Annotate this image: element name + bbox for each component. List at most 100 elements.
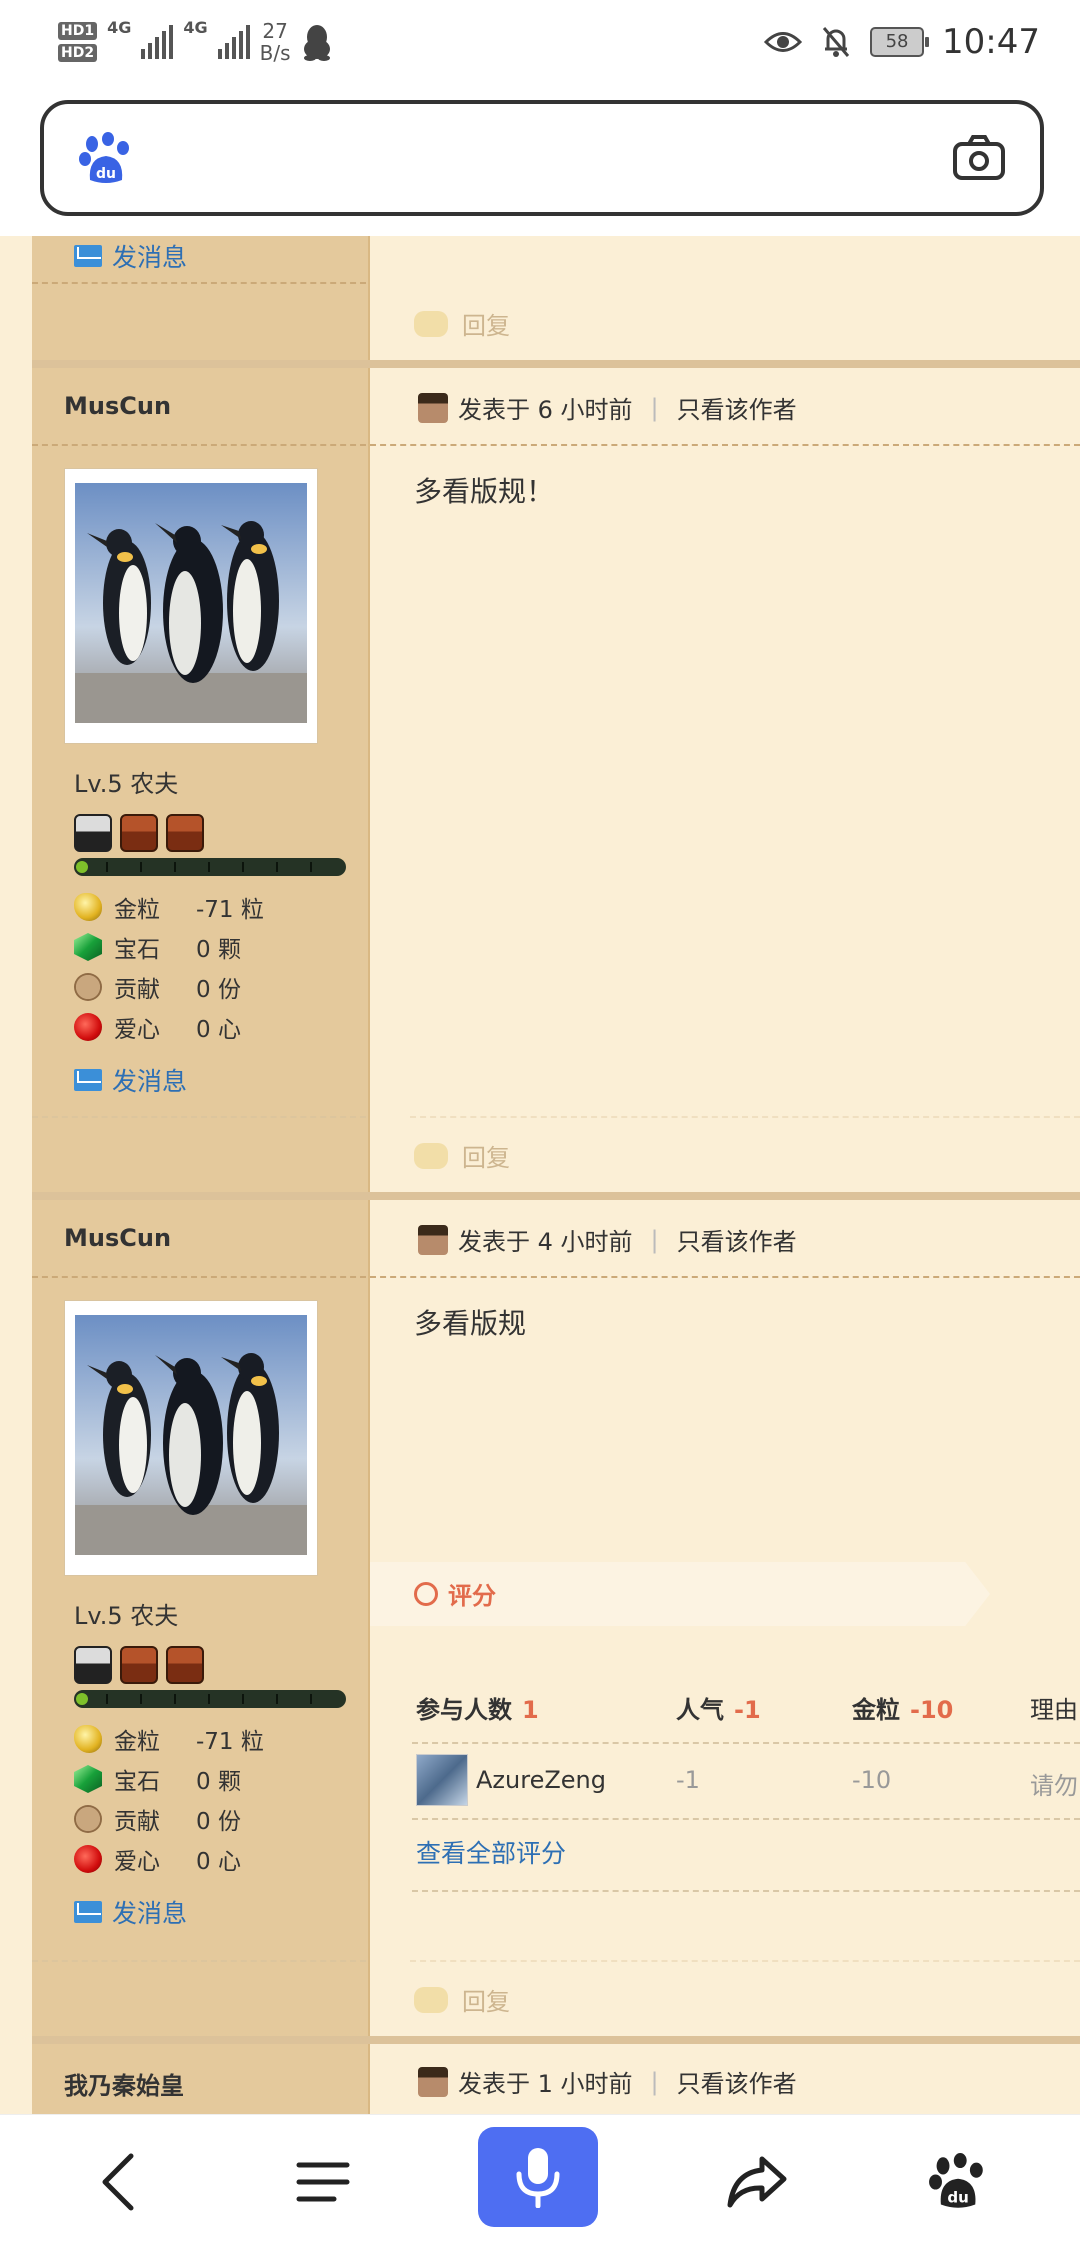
popularity-label: 人气 <box>676 1696 724 1724</box>
divider <box>410 1960 1080 1962</box>
participants-value: 1 <box>522 1696 539 1724</box>
penguin-avatar-image <box>75 483 307 723</box>
author-name[interactable]: 我乃秦始皇 <box>64 2066 184 2101</box>
author-name[interactable]: MusCun <box>64 1224 171 1252</box>
envelope-icon <box>74 245 102 267</box>
view-all-ratings-link[interactable]: 查看全部评分 <box>416 1834 566 1870</box>
rating-header-popularity: 人气 -1 <box>676 1690 761 1725</box>
participants-label: 参与人数 <box>416 1696 512 1724</box>
rating-row-popularity: -1 <box>676 1766 700 1794</box>
share-button[interactable] <box>712 2137 802 2227</box>
rating-row-reason: 请勿 <box>1030 1772 1078 1800</box>
divider <box>32 1960 366 1962</box>
gold-nugget-icon <box>74 893 102 921</box>
divider <box>32 1276 366 1278</box>
popularity-value: -1 <box>734 1696 761 1724</box>
back-chevron-icon <box>102 2153 134 2211</box>
rating-title: 评分 <box>414 1576 496 1611</box>
baidu-logo-text: du <box>96 166 116 182</box>
camera-icon[interactable] <box>952 134 1006 182</box>
rating-header-participants: 参与人数 1 <box>416 1690 539 1725</box>
apple-icon <box>74 1845 102 1873</box>
post-content: 多看版规 <box>414 1307 527 1340</box>
author-name[interactable]: MusCun <box>64 392 171 420</box>
divider <box>370 444 1080 446</box>
baidu-paw-icon[interactable]: du <box>78 132 132 186</box>
stat-gem: 宝石 0 颗 <box>74 930 241 964</box>
search-box[interactable]: du <box>40 100 1044 216</box>
avatar[interactable] <box>64 468 318 744</box>
post-separator <box>32 360 1080 368</box>
voice-search-button[interactable] <box>478 2127 598 2227</box>
only-author-link[interactable]: 只看该作者 <box>677 2064 797 2099</box>
mute-bell-icon <box>822 27 850 57</box>
divider <box>410 1116 1080 1118</box>
back-button[interactable] <box>74 2137 164 2227</box>
net-speed-value: 27 <box>262 19 288 43</box>
divider <box>32 282 366 284</box>
stat-label: 贡献 <box>114 977 160 1003</box>
send-message-label: 发消息 <box>112 1067 188 1096</box>
rating-circle-icon <box>414 1581 438 1606</box>
stat-gem: 宝石 0 颗 <box>74 1762 241 1796</box>
rating-row-gold: -10 <box>852 1766 892 1794</box>
user-level: Lv.5 农夫 <box>74 1602 179 1630</box>
net-speed-unit: B/s <box>259 41 291 65</box>
iron-helmet-medal-icon <box>74 1646 112 1684</box>
stat-value: 0 份 <box>196 977 241 1003</box>
stat-value: -71 粒 <box>196 897 264 923</box>
posted-time: 发表于 6 小时前 <box>458 396 633 424</box>
baidu-logo-text: du <box>947 2188 968 2206</box>
prev-send-message-link[interactable]: 发消息 <box>74 238 187 274</box>
envelope-icon <box>74 1069 102 1091</box>
steve-head-icon <box>418 1224 448 1255</box>
only-author-link[interactable]: 只看该作者 <box>677 390 797 425</box>
send-message-link[interactable]: 发消息 <box>74 1894 187 1930</box>
avatar[interactable] <box>64 1300 318 1576</box>
posted-time: 发表于 4 小时前 <box>458 1228 633 1256</box>
pipe-separator: | <box>650 393 659 422</box>
stat-value: 0 颗 <box>196 1769 241 1795</box>
rating-row-user[interactable]: AzureZeng <box>416 1754 606 1806</box>
gold-nugget-icon <box>74 1725 102 1753</box>
leather-helmet-medal-icon <box>166 1646 204 1684</box>
reply-button[interactable]: 回复 <box>414 1982 510 2017</box>
reply-button[interactable]: 回复 <box>414 1138 510 1173</box>
rating-header-gold: 金粒 -10 <box>852 1690 953 1725</box>
stat-value: 0 心 <box>196 1849 241 1875</box>
network2-label: 4G <box>183 18 208 37</box>
stat-label: 爱心 <box>114 1017 160 1043</box>
stat-love: 爱心 0 心 <box>74 1010 241 1044</box>
baidu-home-button[interactable]: du <box>912 2137 1002 2227</box>
hd1-badge: HD1 <box>58 22 98 40</box>
prev-reply-button[interactable]: 回复 <box>414 306 510 341</box>
divider <box>412 1890 1080 1892</box>
menu-icon <box>296 2162 350 2202</box>
divider <box>32 444 366 446</box>
only-author-link[interactable]: 只看该作者 <box>677 1222 797 1257</box>
forum-thread: 发消息 回复 MusCun 发表于 6 小时前 | 只看该作者 Lv.5 农夫 … <box>0 236 1080 2114</box>
stat-gold: 金粒 -71 粒 <box>74 1722 264 1756</box>
hd2-badge: HD2 <box>58 44 98 62</box>
iron-helmet-medal-icon <box>74 814 112 852</box>
bottom-navigation: du <box>0 2114 1080 2245</box>
emerald-icon <box>74 933 102 961</box>
stat-value: 0 颗 <box>196 937 241 963</box>
posted-time: 发表于 1 小时前 <box>458 2070 633 2098</box>
reply-bubble-icon <box>414 1142 448 1169</box>
stat-contribution: 贡献 0 份 <box>74 1802 241 1836</box>
signal2-icon <box>217 25 250 59</box>
post-content: 多看版规！ <box>414 475 555 508</box>
share-arrow-icon <box>727 2156 787 2208</box>
menu-button[interactable] <box>278 2137 368 2227</box>
stat-label: 贡献 <box>114 1809 160 1835</box>
send-message-link[interactable]: 发消息 <box>74 1062 187 1098</box>
net-speed: 27 B/s <box>260 20 291 64</box>
level-progress-fill <box>76 861 88 873</box>
rater-name: AzureZeng <box>476 1766 606 1794</box>
signal1-icon <box>141 25 174 59</box>
status-bar: HD1 HD2 4G 4G 27 B/s 58 10:47 <box>0 0 1080 84</box>
stat-label: 爱心 <box>114 1849 160 1875</box>
medals <box>74 814 204 852</box>
level-progress-bar <box>74 858 346 876</box>
